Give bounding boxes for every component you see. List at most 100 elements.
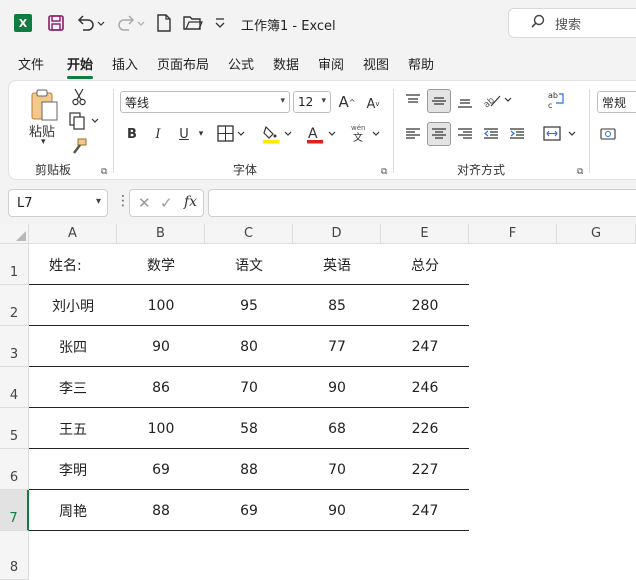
open-folder-icon[interactable] [182, 12, 204, 34]
alignment-launcher-icon[interactable]: ⧉ [577, 167, 583, 177]
cell-a5[interactable]: 王五 [29, 408, 117, 449]
cell-b2[interactable]: 100 [117, 285, 205, 326]
cell-a6[interactable]: 李明 [29, 449, 117, 490]
cell-d6[interactable]: 70 [293, 449, 381, 490]
row-header-3[interactable]: 3 [0, 326, 29, 367]
fill-color-icon[interactable] [261, 123, 295, 145]
cell-e1[interactable]: 总分 [381, 244, 469, 285]
underline-dropdown-icon[interactable]: ▾ [195, 123, 207, 145]
font-color-icon[interactable]: A [305, 123, 339, 145]
phonetic-guide-icon[interactable]: wén 文 [349, 121, 383, 145]
cell-b5[interactable]: 100 [117, 408, 205, 449]
cell-b4[interactable]: 86 [117, 367, 205, 408]
tab-data[interactable]: 数据 [273, 54, 299, 73]
column-header-b[interactable]: B [117, 224, 205, 244]
bold-button[interactable]: B [123, 123, 141, 145]
cell-d4[interactable]: 90 [293, 367, 381, 408]
row-header-7[interactable]: 7 [0, 490, 29, 531]
enter-icon[interactable]: ✓ [160, 194, 173, 212]
cell-c4[interactable]: 70 [205, 367, 293, 408]
cell-c1[interactable]: 语文 [205, 244, 293, 285]
align-bottom-icon[interactable] [455, 91, 475, 111]
cell-e7[interactable]: 247 [381, 490, 469, 531]
worksheet-grid[interactable]: A B C D E F G 1 2 3 4 5 6 7 8 姓名: 数学 语文 … [0, 224, 636, 580]
tab-page-layout[interactable]: 页面布局 [157, 54, 209, 73]
cell-c5[interactable]: 58 [205, 408, 293, 449]
wrap-text-icon[interactable]: ab c [545, 89, 567, 111]
cell-d5[interactable]: 68 [293, 408, 381, 449]
orientation-icon[interactable]: ab [481, 89, 515, 111]
paste-icon[interactable] [27, 87, 61, 123]
insert-function-icon[interactable]: fx [184, 194, 197, 210]
cell-b7[interactable]: 88 [117, 490, 205, 531]
italic-button[interactable]: I [149, 123, 167, 145]
row-header-8[interactable]: 8 [0, 531, 29, 580]
cell-d7[interactable]: 90 [293, 490, 381, 531]
font-size-select[interactable]: 12 ▾ [293, 91, 331, 113]
cell-e2[interactable]: 280 [381, 285, 469, 326]
row-header-6[interactable]: 6 [0, 449, 29, 490]
number-format-select[interactable]: 常规 [597, 91, 636, 113]
name-box[interactable]: L7 ▾ [8, 189, 108, 217]
decrease-font-icon[interactable]: Av [363, 93, 383, 115]
tab-view[interactable]: 视图 [363, 54, 389, 73]
redo-icon[interactable] [114, 12, 146, 34]
increase-indent-icon[interactable] [507, 123, 527, 145]
align-center-icon[interactable] [427, 122, 451, 146]
font-name-select[interactable]: 等线 ▾ [120, 91, 290, 113]
cell-a2[interactable]: 刘小明 [29, 285, 117, 326]
tab-formulas[interactable]: 公式 [228, 54, 254, 73]
column-header-c[interactable]: C [205, 224, 293, 244]
merge-center-icon[interactable] [543, 123, 579, 145]
borders-icon[interactable] [217, 123, 247, 145]
cell-e5[interactable]: 226 [381, 408, 469, 449]
cell-b1[interactable]: 数学 [117, 244, 205, 285]
cell-c3[interactable]: 80 [205, 326, 293, 367]
format-painter-icon[interactable] [69, 137, 89, 157]
column-header-f[interactable]: F [469, 224, 557, 244]
cell-a3[interactable]: 张四 [29, 326, 117, 367]
customize-qat-icon[interactable] [212, 12, 228, 34]
cell-a7[interactable]: 周艳 [29, 490, 117, 531]
save-icon[interactable] [44, 12, 68, 34]
cell-c7[interactable]: 69 [205, 490, 293, 531]
accounting-format-icon[interactable] [599, 123, 621, 145]
new-file-icon[interactable] [154, 12, 174, 34]
font-launcher-icon[interactable]: ⧉ [381, 167, 387, 177]
cell-e3[interactable]: 247 [381, 326, 469, 367]
align-middle-icon[interactable] [427, 89, 451, 113]
increase-font-icon[interactable]: A ^ [337, 91, 357, 113]
cell-e4[interactable]: 246 [381, 367, 469, 408]
column-header-d[interactable]: D [293, 224, 381, 244]
decrease-indent-icon[interactable] [481, 123, 501, 145]
tab-review[interactable]: 审阅 [318, 54, 344, 73]
cell-a4[interactable]: 李三 [29, 367, 117, 408]
more-options-icon[interactable]: ⋮ [116, 193, 130, 209]
cell-e6[interactable]: 227 [381, 449, 469, 490]
column-header-a[interactable]: A [29, 224, 117, 244]
tab-file[interactable]: 文件 [18, 54, 44, 73]
clipboard-launcher-icon[interactable]: ⧉ [101, 167, 107, 177]
row-header-2[interactable]: 2 [0, 285, 29, 326]
paste-dropdown-icon[interactable]: ▾ [41, 137, 46, 147]
column-header-g[interactable]: G [557, 224, 636, 244]
cell-b6[interactable]: 69 [117, 449, 205, 490]
row-header-4[interactable]: 4 [0, 367, 29, 408]
tab-help[interactable]: 帮助 [408, 54, 434, 73]
cut-icon[interactable] [69, 87, 89, 107]
align-top-icon[interactable] [403, 91, 423, 111]
copy-icon[interactable] [67, 111, 101, 131]
cell-b3[interactable]: 90 [117, 326, 205, 367]
cell-c6[interactable]: 88 [205, 449, 293, 490]
align-right-icon[interactable] [455, 123, 475, 145]
column-header-e[interactable]: E [381, 224, 469, 244]
tab-insert[interactable]: 插入 [112, 54, 138, 73]
row-header-1[interactable]: 1 [0, 244, 29, 285]
cell-a1[interactable]: 姓名: [29, 244, 117, 285]
cell-d3[interactable]: 77 [293, 326, 381, 367]
cell-d2[interactable]: 85 [293, 285, 381, 326]
row-header-5[interactable]: 5 [0, 408, 29, 449]
align-left-icon[interactable] [403, 123, 423, 145]
underline-button[interactable]: U [175, 123, 193, 145]
undo-icon[interactable] [74, 12, 106, 34]
